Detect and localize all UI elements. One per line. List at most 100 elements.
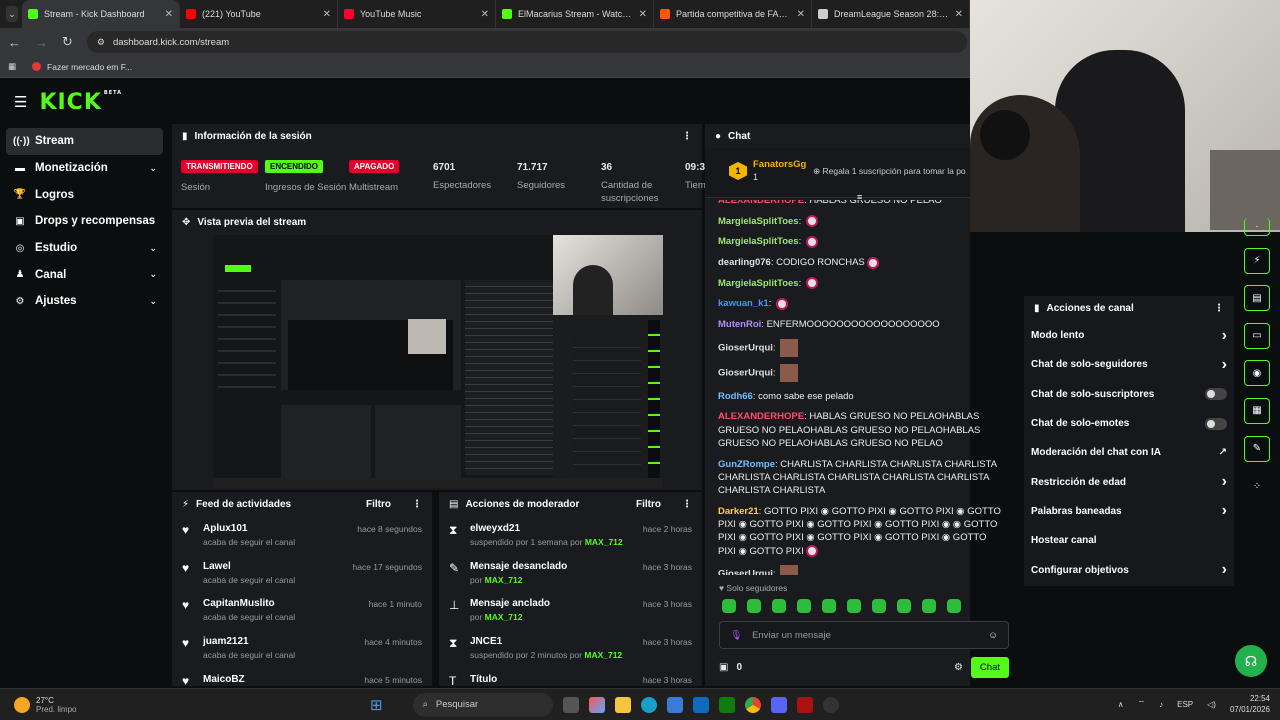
chat-username[interactable]: GunZRompe: [718, 459, 775, 470]
channel-action-configurar-objetivos[interactable]: Configurar objetivos ›: [1024, 555, 1234, 584]
channel-action-chat-de-solo-suscriptores[interactable]: Chat de solo-suscriptores: [1024, 380, 1234, 409]
emote-picker-icon[interactable]: [847, 599, 861, 613]
weather-widget[interactable]: 27°C Pred. limpo: [0, 696, 370, 714]
more-options-icon[interactable]: ⋮: [682, 499, 692, 510]
chrome-icon[interactable]: [744, 696, 761, 713]
list-item[interactable]: ♥ juam2121 acaba de seguir el canal hace 4 …: [172, 632, 432, 668]
close-tab-icon[interactable]: ✕: [955, 9, 963, 20]
sidebar-item-canal[interactable]: ♟ Canal ⌄: [0, 261, 165, 288]
close-tab-icon[interactable]: ✕: [481, 9, 489, 20]
browser-tab[interactable]: YouTube Music ✕: [338, 0, 496, 28]
toggle-switch[interactable]: [1205, 417, 1227, 430]
chat-username[interactable]: Darker21: [718, 506, 759, 517]
emote-picker-icon[interactable]: [922, 599, 936, 613]
support-headset-icon[interactable]: ☊: [1235, 645, 1267, 677]
list-item[interactable]: ✎ Mensaje desanclado por MAX_712 hace 3 hor…: [439, 557, 702, 593]
site-info-icon[interactable]: ⚙: [97, 37, 105, 48]
list-item[interactable]: ♥ Aplux101 acaba de seguir el canal hace 8 …: [172, 519, 432, 555]
close-tab-icon[interactable]: ✕: [323, 9, 331, 20]
moderator-name[interactable]: MAX_712: [485, 612, 523, 622]
channel-action-modo-lento[interactable]: Modo lento ›: [1024, 321, 1234, 350]
channel-action-moderaci-n-del-chat-con-ia[interactable]: Moderación del chat con IA ↗: [1024, 438, 1234, 467]
settings-dots-icon[interactable]: ⁘: [1244, 473, 1270, 499]
hamburger-menu-icon[interactable]: ☰: [14, 93, 27, 111]
flash-icon[interactable]: ⚡: [1244, 247, 1270, 274]
moderator-name[interactable]: MAX_712: [485, 575, 523, 585]
more-options-icon[interactable]: ⋮: [412, 499, 422, 510]
gift-sub-text[interactable]: ⊕ Regala 1 suscripción para tomar la po: [813, 166, 966, 177]
copilot-icon[interactable]: [588, 696, 605, 713]
pinned-user[interactable]: FanatorsGg: [753, 159, 806, 170]
close-tab-icon[interactable]: ✕: [797, 9, 805, 20]
chat-icon[interactable]: ▭: [1244, 322, 1270, 349]
emote-picker-icon[interactable]: [747, 599, 761, 613]
emote-picker-icon[interactable]: [822, 599, 836, 613]
outlook-icon[interactable]: [692, 696, 709, 713]
language-indicator[interactable]: ESP: [1177, 700, 1193, 709]
chat-username[interactable]: MutenRoi: [718, 319, 761, 330]
broadcast-icon[interactable]: ◉: [1244, 360, 1270, 387]
points-icon[interactable]: ▣: [719, 662, 728, 673]
sidebar-item-drops[interactable]: ▣ Drops y recompensas: [0, 208, 165, 235]
more-options-icon[interactable]: ⋮: [1214, 303, 1224, 314]
browser-tab[interactable]: ElMacarius Stream - Watch Live ✕: [496, 0, 654, 28]
sidebar-item-monetización[interactable]: ▬ Monetización ⌄: [0, 155, 165, 182]
chat-username[interactable]: ALEXANDERHOPE: [718, 200, 804, 206]
emote-picker-icon[interactable]: [872, 599, 886, 613]
file-explorer-icon[interactable]: [614, 696, 631, 713]
windows-start-icon[interactable]: ⊞: [370, 696, 383, 714]
wrench-icon[interactable]: ✎: [1244, 435, 1270, 462]
xbox-app-icon[interactable]: [718, 696, 735, 713]
quick-action-button[interactable]: ·: [1244, 218, 1270, 236]
moderator-name[interactable]: MAX_712: [585, 537, 623, 547]
taskbar-clock[interactable]: 22:54 07/01/2026: [1230, 693, 1270, 715]
chat-username[interactable]: GioserUrqui: [718, 342, 773, 353]
sidebar-item-stream[interactable]: ((·)) Stream: [6, 128, 163, 155]
channel-action-restricci-n-de-edad[interactable]: Restricción de edad ›: [1024, 467, 1234, 496]
more-options-icon[interactable]: ⋮: [682, 131, 692, 142]
list-item[interactable]: ♥ Lawel acaba de seguir el canal hace 17 se…: [172, 557, 432, 593]
chat-username[interactable]: MargielaSplitToes: [718, 216, 799, 227]
network-icon[interactable]: ⌔: [1138, 699, 1146, 709]
sidebar-item-estudio[interactable]: ◎ Estudio ⌄: [0, 235, 165, 262]
moderator-name[interactable]: MAX_712: [584, 650, 622, 660]
tab-search-button[interactable]: ⌄: [6, 6, 18, 22]
chat-username[interactable]: kawuan_k1: [718, 298, 769, 309]
task-view-icon[interactable]: [562, 696, 579, 713]
back-icon[interactable]: ←: [8, 35, 21, 50]
discord-icon[interactable]: [770, 696, 787, 713]
edge-icon[interactable]: [640, 696, 657, 713]
sidebar-item-logros[interactable]: 🏆 Logros: [0, 181, 165, 208]
chat-username[interactable]: GioserUrqui: [718, 368, 773, 379]
chat-input[interactable]: 🎙 Enviar un mensaje ☺: [719, 621, 1009, 649]
list-item[interactable]: ♥ CapitanMuslito acaba de seguir el canal h…: [172, 594, 432, 630]
chat-username[interactable]: MargielaSplitToes: [718, 236, 799, 247]
emote-picker-icon[interactable]: [947, 599, 961, 613]
channel-action-chat-de-solo-seguidores[interactable]: Chat de solo-seguidores ›: [1024, 350, 1234, 379]
chat-username[interactable]: Rodh66: [718, 391, 753, 402]
browser-tab[interactable]: (221) YouTube ✕: [180, 0, 338, 28]
sidebar-item-ajustes[interactable]: ⚙ Ajustes ⌄: [0, 288, 165, 315]
chat-username[interactable]: GioserUrqui: [718, 569, 773, 575]
chat-username[interactable]: MargielaSplitToes: [718, 278, 799, 289]
tray-overflow-icon[interactable]: ∧: [1118, 700, 1124, 709]
volume-icon[interactable]: ◁): [1207, 700, 1216, 709]
bookmark-item[interactable]: Fazer mercado em F...: [32, 62, 132, 72]
browser-tab[interactable]: Partida competitiva de FACEIT ✕: [654, 0, 812, 28]
close-tab-icon[interactable]: ✕: [165, 9, 173, 20]
chat-settings-icon[interactable]: ⚙: [954, 662, 963, 673]
close-tab-icon[interactable]: ✕: [639, 9, 647, 20]
toggle-switch[interactable]: [1205, 388, 1227, 401]
list-item[interactable]: ⧗ JNCE1 suspendido por 2 minutos por MAX_7…: [439, 632, 702, 668]
browser-tab[interactable]: DreamLeague Season 28: Easte ✕: [812, 0, 970, 28]
stream-preview-video[interactable]: [213, 235, 663, 488]
channel-action-chat-de-solo-emotes[interactable]: Chat de solo-emotes: [1024, 409, 1234, 438]
forward-icon[interactable]: →: [35, 35, 48, 50]
taskbar-search[interactable]: ⌕ Pesquisar: [412, 692, 553, 717]
store-icon[interactable]: [666, 696, 683, 713]
browser-tab[interactable]: Stream - Kick Dashboard ✕: [22, 0, 180, 28]
reload-icon[interactable]: ↻: [62, 34, 73, 50]
feed-filter-button[interactable]: Filtro: [366, 499, 391, 510]
mod-filter-button[interactable]: Filtro: [636, 499, 661, 510]
emote-picker-icon[interactable]: [772, 599, 786, 613]
